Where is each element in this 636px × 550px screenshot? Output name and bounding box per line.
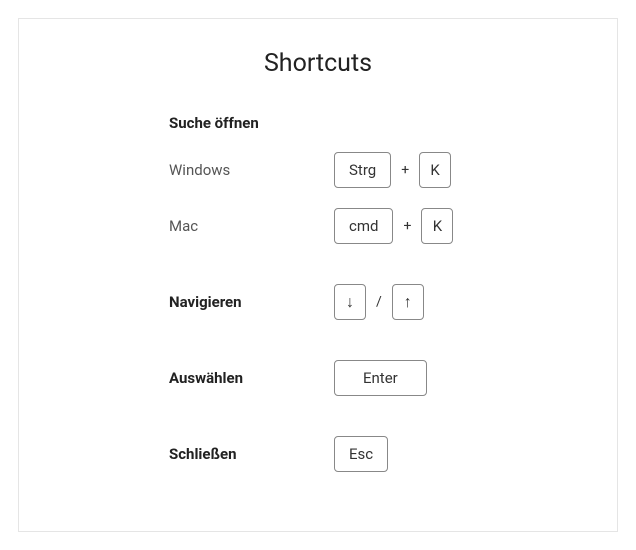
shortcuts-content: Suche öffnen Windows Strg + K Mac cmd + … [59, 114, 577, 472]
keys-mac: cmd + K [334, 208, 453, 244]
key-ctrl: Strg [334, 152, 391, 188]
row-close: Schließen Esc [169, 436, 577, 472]
key-k: K [421, 208, 453, 244]
keys-windows: Strg + K [334, 152, 451, 188]
label-navigate: Navigieren [169, 293, 334, 311]
arrow-down-icon: ↓ [346, 294, 354, 310]
key-enter: Enter [334, 360, 427, 396]
key-esc: Esc [334, 436, 388, 472]
key-k: K [419, 152, 451, 188]
key-arrow-up: ↑ [392, 284, 424, 320]
key-cmd: cmd [334, 208, 393, 244]
arrow-up-icon: ↑ [404, 294, 412, 310]
keys-navigate: ↓ / ↑ [334, 284, 424, 320]
card-title: Shortcuts [59, 49, 577, 78]
row-windows: Windows Strg + K [169, 152, 577, 188]
label-mac: Mac [169, 217, 334, 235]
label-windows: Windows [169, 161, 334, 179]
label-select: Auswählen [169, 369, 334, 387]
key-arrow-down: ↓ [334, 284, 366, 320]
keys-select: Enter [334, 360, 427, 396]
section-open-search-header: Suche öffnen [169, 114, 577, 132]
plus-separator: + [401, 218, 413, 234]
row-select: Auswählen Enter [169, 360, 577, 396]
keys-close: Esc [334, 436, 388, 472]
row-navigate: Navigieren ↓ / ↑ [169, 284, 577, 320]
plus-separator: + [399, 162, 411, 178]
label-close: Schließen [169, 445, 334, 463]
slash-separator: / [374, 294, 384, 310]
shortcuts-card: Shortcuts Suche öffnen Windows Strg + K … [18, 18, 618, 532]
row-mac: Mac cmd + K [169, 208, 577, 244]
